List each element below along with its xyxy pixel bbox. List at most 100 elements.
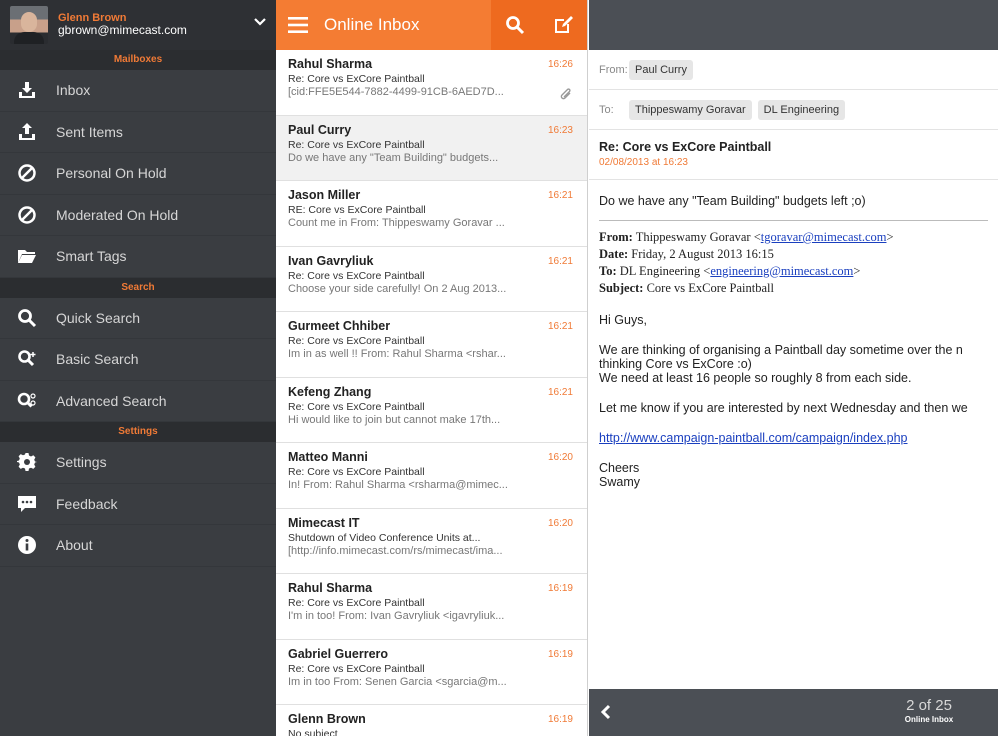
message-subject-line: Re: Core vs ExCore Paintball <box>288 662 425 675</box>
sidebar-item-label: Personal On Hold <box>56 165 167 182</box>
sidebar-item-quick-search[interactable]: Quick Search <box>0 298 276 339</box>
body-line: We are thinking of organising a Paintbal… <box>599 342 963 357</box>
quote-to-name: DL Engineering < <box>619 263 711 278</box>
hold-prohibited-icon <box>16 162 38 184</box>
message-sender: Jason Miller <box>288 188 361 202</box>
chat-bubble-icon <box>16 493 38 515</box>
pager-label: Online Inbox <box>904 715 954 724</box>
message-list-item[interactable]: Kefeng Zhang 16:21 Re: Core vs ExCore Pain… <box>276 378 587 443</box>
message-list-item[interactable]: Gurmeet Chhiber 16:21 Re: Core vs ExCore P… <box>276 312 587 378</box>
message-list-item[interactable]: Paul Curry 16:23 Re: Core vs ExCore Paintb… <box>276 115 587 181</box>
sidebar-item-basic-search[interactable]: Basic Search <box>0 339 276 381</box>
message-list-item[interactable]: Matteo Manni 16:20 Re: Core vs ExCore Pain… <box>276 443 587 509</box>
message-list-item[interactable]: Rahul Sharma 16:26 Re: Core vs ExCore Pain… <box>276 50 587 116</box>
search-advanced-icon <box>16 390 38 412</box>
message-sender: Mimecast IT <box>288 515 360 530</box>
message-preview: [http://info.mimecast.com/rs/mimecast/im… <box>288 544 503 557</box>
message-preview: Count me in From: Thippeswamy Goravar ..… <box>288 217 505 229</box>
message-list-item[interactable]: Gabriel Guerrero 16:19 Re: Core vs ExCore … <box>276 640 587 705</box>
message-sender: Rahul Sharma <box>288 57 373 71</box>
message-sender: Kefeng Zhang <box>288 384 372 399</box>
message-subject-line: Re: Core vs ExCore Paintball <box>288 138 425 151</box>
list-title: Online Inbox <box>324 15 420 34</box>
sidebar-item-label: Moderated On Hold <box>56 206 179 223</box>
body-line: Let me know if you are interested by nex… <box>599 400 968 415</box>
chevron-down-icon[interactable] <box>254 16 266 28</box>
inbox-download-icon <box>16 79 38 101</box>
sidebar-item-label: Smart Tags <box>56 248 127 265</box>
reading-footer: 2 of 25 Online Inbox <box>589 689 998 736</box>
sidebar-item-settings[interactable]: Settings <box>0 442 276 484</box>
message-subject-line: Re: Core vs ExCore Paintball <box>288 269 425 282</box>
reading-topbar <box>589 0 998 50</box>
attachment-paperclip-icon <box>560 88 571 100</box>
sidebar-item-about[interactable]: About <box>0 525 276 567</box>
message-list-pane: Online Inbox Rahul Sharma 16:26 Re: Core v… <box>276 0 588 736</box>
message-list: Rahul Sharma 16:26 Re: Core vs ExCore Pain… <box>276 50 587 736</box>
message-preview: [cid:FFE5E544-7882-4499-91CB-6AED7D... <box>288 86 504 98</box>
gear-icon <box>16 451 38 473</box>
from-row: From: Paul Curry <box>589 50 998 90</box>
search-header: Search <box>0 277 276 298</box>
message-time: 16:19 <box>547 583 573 594</box>
message-list-item[interactable]: Ivan Gavryliuk 16:21 Re: Core vs ExCore Pa… <box>276 247 587 312</box>
quote-from-email-link[interactable]: tgoravar@mimecast.com <box>761 230 887 244</box>
message-time: 16:19 <box>547 714 573 725</box>
search-plus-icon <box>16 348 38 370</box>
info-icon <box>16 534 38 556</box>
message-subject-line: Re: Core vs ExCore Paintball <box>288 400 425 413</box>
message-preview: I'm in too! From: Ivan Gavryliuk <igavry… <box>288 610 505 622</box>
message-preview: Im in too From: Senen Garcia <sgarcia@m.… <box>288 675 507 688</box>
hamburger-menu-icon[interactable] <box>288 17 308 33</box>
reply-line: Do we have any "Team Building" budgets l… <box>599 194 866 208</box>
message-time: 16:26 <box>547 59 573 70</box>
sidebar-item-sent-items[interactable]: Sent Items <box>0 112 276 153</box>
message-sender: Ivan Gavryliuk <box>288 253 374 268</box>
to-chip[interactable]: Thippeswamy Goravar <box>629 99 752 120</box>
subject-block: Re: Core vs ExCore Paintball 02/08/2013 … <box>589 130 998 180</box>
to-label: To: <box>599 103 614 116</box>
message-subject-line: Re: Core vs ExCore Paintball <box>288 466 425 478</box>
from-chip[interactable]: Paul Curry <box>629 59 693 80</box>
sidebar-item-moderated-on-hold[interactable]: Moderated On Hold <box>0 195 276 236</box>
sidebar-item-smart-tags[interactable]: Smart Tags <box>0 236 276 278</box>
quote-subject: Core vs ExCore Paintball <box>646 280 774 295</box>
sidebar-item-feedback[interactable]: Feedback <box>0 484 276 525</box>
body-line: thinking Core vs ExCore :o) <box>599 356 752 371</box>
sidebar: Glenn Brown gbrown@mimecast.com Mailboxe… <box>0 0 276 736</box>
account-header[interactable]: Glenn Brown gbrown@mimecast.com <box>0 0 276 50</box>
message-list-item[interactable]: Jason Miller 16:21 RE: Core vs ExCore Pain… <box>276 181 587 247</box>
message-sender: Paul Curry <box>288 122 352 137</box>
message-sender: Rahul Sharma <box>288 581 373 595</box>
pager: 2 of 25 Online Inbox <box>889 697 969 724</box>
quote-date: Friday, 2 August 2013 16:15 <box>631 246 774 261</box>
compose-icon[interactable] <box>553 15 573 35</box>
message-time: 16:21 <box>547 321 573 332</box>
sidebar-item-label: Settings <box>56 454 107 471</box>
to-chip[interactable]: DL Engineering <box>757 99 846 120</box>
message-subject-line: Shutdown of Video Conference Units at... <box>288 531 481 544</box>
account-email: gbrown@mimecast.com <box>58 23 187 38</box>
reading-pane: From: Paul Curry To: Thippeswamy Goravar… <box>589 0 998 736</box>
quote-date-label: Date: <box>599 246 629 261</box>
sidebar-item-label: Sent Items <box>56 123 123 140</box>
message-list-item[interactable]: Rahul Sharma 16:19 Re: Core vs ExCore Pain… <box>276 574 587 640</box>
sidebar-item-advanced-search[interactable]: Advanced Search <box>0 381 276 422</box>
campaign-link[interactable]: http://www.campaign-paintball.com/campai… <box>599 431 908 445</box>
to-row: To: Thippeswamy Goravar DL Engineering <box>589 90 998 130</box>
sidebar-item-label: Advanced Search <box>56 392 167 409</box>
sidebar-item-label: Quick Search <box>56 309 141 326</box>
search-icon[interactable] <box>505 15 525 35</box>
sidebar-item-inbox[interactable]: Inbox <box>0 70 276 112</box>
message-list-item[interactable]: Glenn Brown 16:19 No subject <box>276 705 587 736</box>
quote-to-email-link[interactable]: engineering@mimecast.com <box>710 264 853 278</box>
message-list-item[interactable]: Mimecast IT 16:20 Shutdown of Video Confer… <box>276 509 587 574</box>
sidebar-item-personal-on-hold[interactable]: Personal On Hold <box>0 153 276 195</box>
chevron-left-icon[interactable] <box>599 704 613 720</box>
quote-from-label: From: <box>599 230 633 244</box>
signature: Swamy <box>599 474 640 489</box>
message-sender: Gabriel Guerrero <box>288 646 389 661</box>
message-body: Do we have any "Team Building" budgets l… <box>589 180 998 489</box>
sidebar-item-label: Inbox <box>56 82 91 99</box>
message-sender: Glenn Brown <box>288 712 366 726</box>
